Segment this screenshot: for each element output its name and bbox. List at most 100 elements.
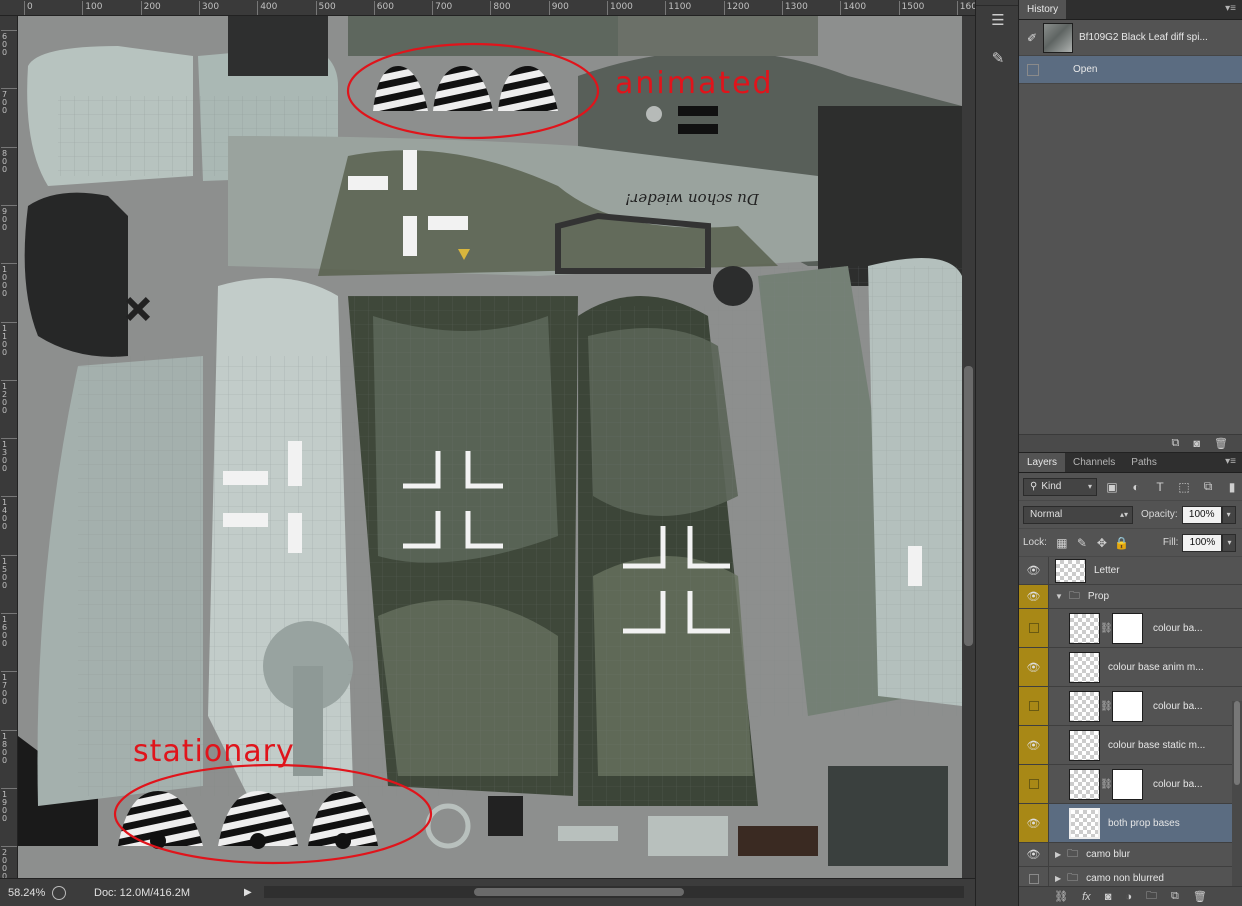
blend-mode-dropdown[interactable]: Normal ▴▾ bbox=[1023, 505, 1133, 524]
canvas-horizontal-scrollbar[interactable] bbox=[264, 886, 964, 898]
ruler-tick-label: 1800 bbox=[2, 731, 8, 765]
filter-kind-dropdown[interactable]: ⚲ Kind ▾ bbox=[1023, 477, 1097, 496]
layer-thumbnail bbox=[1069, 612, 1100, 644]
fx-icon[interactable]: fx bbox=[1082, 891, 1091, 903]
ruler-tick-label: 1200 bbox=[2, 381, 8, 415]
layer-name: Prop bbox=[1087, 591, 1110, 602]
layer-row-colour-base-static[interactable]: 👁 colour base static m... bbox=[1019, 726, 1242, 765]
visibility-toggle[interactable] bbox=[1019, 609, 1049, 647]
image-filter-icon[interactable]: ▣ bbox=[1103, 478, 1121, 496]
opacity-input[interactable]: 100% bbox=[1181, 505, 1222, 524]
tab-layers[interactable]: Layers bbox=[1019, 453, 1066, 472]
brush-presets-icon[interactable]: ✎ bbox=[986, 46, 1010, 70]
eye-icon[interactable]: 👁 bbox=[1019, 843, 1049, 866]
mask-thumbnail[interactable] bbox=[1112, 612, 1143, 644]
visibility-toggle[interactable] bbox=[1019, 687, 1049, 725]
folder-icon[interactable]: 🗀 bbox=[1146, 887, 1157, 906]
ruler-tick-label: 1200 bbox=[726, 2, 750, 12]
mask-thumbnail[interactable] bbox=[1112, 768, 1143, 800]
layer-row-colour-base-mask-2[interactable]: ⛓ colour ba... bbox=[1019, 687, 1242, 726]
layer-row-colour-base-anim[interactable]: 👁 colour base anim m... bbox=[1019, 648, 1242, 687]
smart-object-filter-icon[interactable]: ⧉ bbox=[1199, 478, 1217, 496]
trash-icon[interactable]: 🗑 bbox=[1193, 890, 1207, 903]
expand-triangle-icon[interactable]: ▼ bbox=[1055, 592, 1063, 601]
type-filter-icon[interactable]: T bbox=[1151, 478, 1169, 496]
ruler-tick bbox=[1, 438, 17, 440]
link-chain-icon[interactable]: ⛓ bbox=[1100, 623, 1113, 634]
tab-channels[interactable]: Channels bbox=[1065, 453, 1123, 472]
expand-triangle-icon[interactable]: ▶ bbox=[1055, 874, 1061, 883]
layer-row-colour-base-mask-1[interactable]: ⛓ colour ba... bbox=[1019, 609, 1242, 648]
filter-kind-label: Kind bbox=[1041, 481, 1062, 492]
scroll-thumb[interactable] bbox=[964, 366, 973, 646]
document-canvas[interactable]: Du schon wieder! animated stationary bbox=[18, 16, 962, 878]
shape-filter-icon[interactable]: ⬚ bbox=[1175, 478, 1193, 496]
layer-group-prop[interactable]: 👁 ▼ 🗀 Prop bbox=[1019, 585, 1242, 609]
folder-icon: 🗀 bbox=[1068, 590, 1080, 602]
adjustment-icon[interactable]: ◑ bbox=[1125, 891, 1132, 903]
lock-image-icon[interactable]: ✎ bbox=[1073, 534, 1091, 552]
ruler-tick-label: 1400 bbox=[843, 2, 867, 12]
scroll-thumb[interactable] bbox=[1234, 701, 1240, 785]
eye-icon[interactable]: 👁 bbox=[1019, 648, 1049, 686]
lock-transparent-icon[interactable]: ▦ bbox=[1053, 534, 1071, 552]
ruler-tick-label: 2000 bbox=[2, 848, 8, 878]
layer-name: colour ba... bbox=[1153, 700, 1203, 712]
camera-icon[interactable]: ◙ bbox=[1193, 438, 1200, 450]
new-document-icon[interactable]: ⧉ bbox=[1172, 437, 1180, 450]
ruler-tick bbox=[1, 554, 17, 556]
adjust-sliders-icon[interactable]: ☰ bbox=[986, 8, 1010, 32]
layer-name: colour ba... bbox=[1153, 622, 1203, 634]
ruler-tick-label: 1500 bbox=[2, 556, 8, 590]
status-icon[interactable] bbox=[52, 885, 66, 900]
eye-icon[interactable]: 👁 bbox=[1019, 726, 1049, 764]
ruler-tick bbox=[1, 496, 17, 498]
layer-thumbnail bbox=[1069, 690, 1100, 722]
visibility-toggle[interactable] bbox=[1019, 765, 1049, 803]
lock-all-icon[interactable]: 🔒 bbox=[1113, 534, 1131, 552]
eye-icon[interactable]: 👁 bbox=[1019, 804, 1049, 842]
filter-toggle-icon[interactable]: ▮ bbox=[1223, 478, 1241, 496]
mask-icon[interactable]: ◙ bbox=[1105, 891, 1112, 903]
layer-row-letter[interactable]: 👁 Letter bbox=[1019, 557, 1242, 585]
ruler-tick-label: 800 bbox=[493, 2, 511, 12]
expand-triangle-icon[interactable]: ▶ bbox=[1055, 850, 1061, 859]
link-chain-icon[interactable]: ⛓ bbox=[1100, 779, 1113, 790]
status-menu-arrow-icon[interactable]: ▶ bbox=[244, 887, 252, 898]
eye-icon[interactable]: 👁 bbox=[1019, 557, 1049, 584]
lock-position-icon[interactable]: ✥ bbox=[1093, 534, 1111, 552]
history-item-open[interactable]: Open bbox=[1019, 56, 1242, 84]
tab-paths[interactable]: Paths bbox=[1123, 453, 1165, 472]
status-bar: 58.24% Doc: 12.0M/416.2M ▶ bbox=[0, 878, 975, 906]
adjustment-filter-icon[interactable]: ◐ bbox=[1127, 478, 1145, 496]
ruler-tick-label: 1300 bbox=[2, 440, 8, 474]
layers-scrollbar[interactable] bbox=[1232, 701, 1242, 887]
right-panels: History ▾≡ ✐ Bf109G2 Black Leaf diff spi… bbox=[1019, 0, 1242, 906]
history-brush-icon[interactable]: ✐ bbox=[1027, 31, 1037, 45]
ruler-tick-label: 1300 bbox=[784, 2, 808, 12]
history-snapshot[interactable]: ✐ Bf109G2 Black Leaf diff spi... bbox=[1019, 20, 1242, 56]
layer-group-camo-blur[interactable]: 👁 ▶ 🗀 camo blur bbox=[1019, 843, 1242, 867]
zoom-level[interactable]: 58.24% bbox=[0, 887, 48, 899]
ruler-tick bbox=[1, 787, 17, 789]
scroll-thumb[interactable] bbox=[474, 888, 684, 896]
layer-row-both-prop-bases[interactable]: 👁 both prop bases bbox=[1019, 804, 1242, 843]
panel-menu-icon[interactable]: ▾≡ bbox=[1219, 0, 1242, 19]
canvas-vertical-scrollbar[interactable] bbox=[962, 16, 975, 886]
fill-slider-icon[interactable]: ▾ bbox=[1222, 533, 1237, 552]
new-layer-icon[interactable]: ⧉ bbox=[1171, 890, 1179, 903]
fill-input[interactable]: 100% bbox=[1182, 533, 1223, 552]
link-chain-icon[interactable]: ⛓ bbox=[1100, 701, 1113, 712]
trash-icon[interactable]: 🗑 bbox=[1214, 437, 1228, 450]
layer-row-colour-base-mask-3[interactable]: ⛓ colour ba... bbox=[1019, 765, 1242, 804]
history-checkbox[interactable] bbox=[1027, 63, 1039, 76]
mask-thumbnail[interactable] bbox=[1112, 690, 1143, 722]
ruler-tick bbox=[1, 671, 17, 673]
tab-history[interactable]: History bbox=[1019, 0, 1067, 19]
eye-icon[interactable]: 👁 bbox=[1019, 585, 1049, 608]
link-icon[interactable]: ⛓ bbox=[1054, 890, 1068, 903]
opacity-slider-icon[interactable]: ▾ bbox=[1221, 505, 1236, 524]
panel-menu-icon[interactable]: ▾≡ bbox=[1219, 453, 1242, 472]
ruler-tick bbox=[1, 321, 17, 323]
ruler-tick-label: 300 bbox=[201, 2, 220, 12]
